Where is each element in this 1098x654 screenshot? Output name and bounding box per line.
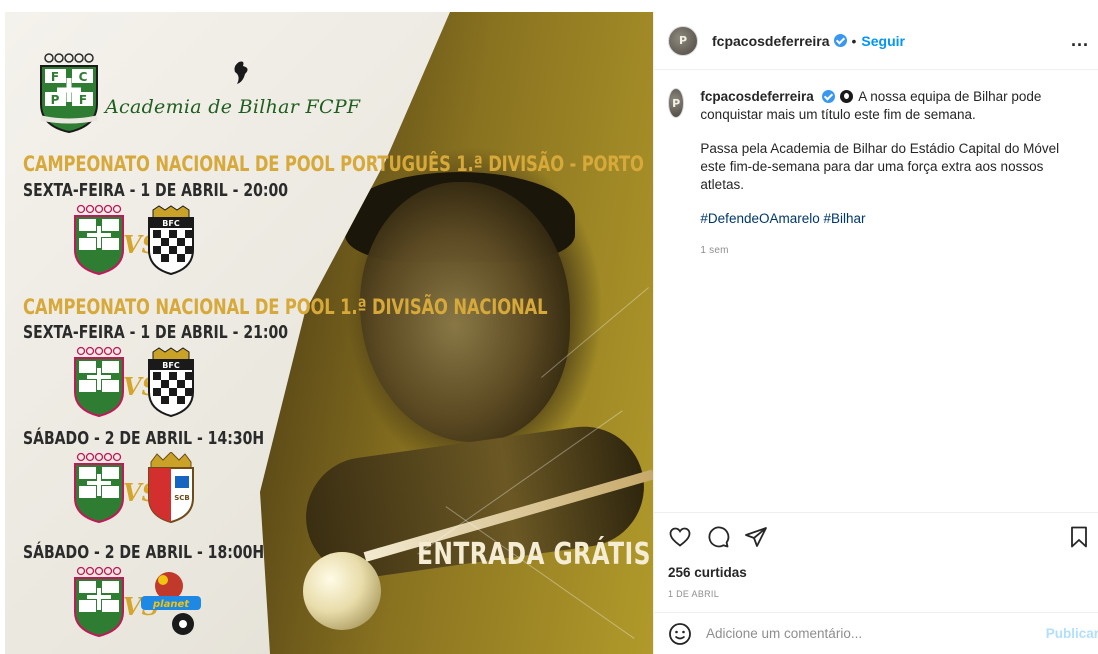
avatar-initial: P bbox=[678, 34, 688, 47]
verified-badge-icon bbox=[833, 34, 847, 47]
pacos-crest-icon bbox=[74, 204, 124, 276]
avatar[interactable]: P bbox=[668, 88, 685, 118]
badge-label: BFC bbox=[162, 361, 180, 370]
badge-label: BFC bbox=[162, 219, 180, 228]
share-plane-icon[interactable] bbox=[744, 525, 768, 549]
likes-count[interactable]: 256 curtidas bbox=[668, 565, 747, 580]
pacos-crest-icon bbox=[74, 566, 124, 638]
actions-area: 256 curtidas 1 DE ABRIL bbox=[654, 512, 1098, 612]
eight-ball-emoji-icon bbox=[840, 90, 854, 103]
braga-crest-icon: SCB bbox=[148, 452, 194, 524]
publish-button[interactable]: Publicar bbox=[1046, 626, 1098, 641]
bookmark-save-icon[interactable] bbox=[1067, 525, 1091, 549]
academia-title: Academia de Bilhar FCPF bbox=[105, 96, 361, 118]
pacos-crest-icon bbox=[74, 346, 124, 418]
crest-letter: F bbox=[51, 70, 59, 84]
event-date: SÁBADO - 2 DE ABRIL - 14:30H bbox=[23, 428, 265, 449]
crest-letter: P bbox=[51, 93, 60, 107]
matchup: VS BFC bbox=[71, 346, 201, 418]
crest-letter: F bbox=[79, 93, 87, 107]
post-side-panel: P fcpacosdeferreira • Seguir ... P fcpac… bbox=[653, 12, 1098, 654]
follow-button[interactable]: Seguir bbox=[861, 33, 905, 49]
event-date: SEXTA-FEIRA - 1 DE ABRIL - 20:00 bbox=[23, 180, 289, 201]
username-link[interactable]: fcpacosdeferreira bbox=[712, 33, 830, 49]
verified-badge-icon bbox=[821, 90, 835, 103]
post-header: P fcpacosdeferreira • Seguir ... bbox=[654, 12, 1098, 70]
crest-letter: C bbox=[79, 70, 88, 84]
post-date: 1 DE ABRIL bbox=[668, 589, 720, 599]
club-crest-logo: F C P F bbox=[40, 53, 98, 134]
caption-body: fcpacosdeferreira A nossa equipa de Bilh… bbox=[700, 88, 1088, 260]
avatar[interactable]: P bbox=[668, 25, 698, 56]
matchup: VS planet bbox=[71, 566, 201, 638]
comment-bubble-icon[interactable] bbox=[706, 525, 730, 549]
post-image[interactable]: F C P F Academia de Bilhar FCPF CAMPEONA… bbox=[5, 12, 653, 654]
comment-input[interactable] bbox=[706, 626, 1026, 641]
badge-label: SCB bbox=[174, 494, 190, 502]
planet-pool-logo-icon: planet bbox=[141, 572, 201, 635]
caption-time: 1 sem bbox=[700, 245, 729, 256]
badge-label: planet bbox=[152, 599, 190, 610]
caption-text-2: Passa pela Academia de Bilhar do Estádio… bbox=[700, 141, 1060, 192]
event-date: SEXTA-FEIRA - 1 DE ABRIL - 21:00 bbox=[23, 322, 289, 343]
matchup: VS BFC bbox=[71, 204, 201, 276]
hashtags-link[interactable]: #DefendeOAmarelo #Bilhar bbox=[700, 210, 1088, 228]
boavista-crest-icon: BFC bbox=[148, 347, 194, 418]
emoji-smiley-icon[interactable] bbox=[668, 622, 692, 646]
boavista-crest-icon: BFC bbox=[148, 205, 194, 276]
event-title: CAMPEONATO NACIONAL DE POOL PORTUGUÊS 1.… bbox=[23, 152, 644, 176]
entrada-gratis-label: ENTRADA GRÁTIS bbox=[417, 537, 651, 572]
matchup: VS SCB bbox=[71, 452, 201, 524]
caption-username[interactable]: fcpacosdeferreira bbox=[700, 89, 813, 104]
event-title: CAMPEONATO NACIONAL DE POOL 1.ª DIVISÃO … bbox=[23, 295, 548, 319]
more-options-button[interactable]: ... bbox=[1071, 30, 1089, 51]
event-date: SÁBADO - 2 DE ABRIL - 18:00H bbox=[23, 542, 265, 563]
pacos-crest-icon bbox=[74, 452, 124, 524]
avatar-initial: P bbox=[672, 96, 681, 110]
caption: P fcpacosdeferreira A nossa equipa de Bi… bbox=[668, 88, 1088, 260]
like-heart-icon[interactable] bbox=[668, 525, 692, 549]
cue-ball bbox=[303, 552, 381, 630]
comment-area: Publicar bbox=[654, 612, 1098, 654]
action-bar bbox=[668, 525, 768, 549]
separator-dot: • bbox=[851, 32, 857, 49]
bird-glyph bbox=[234, 61, 248, 84]
